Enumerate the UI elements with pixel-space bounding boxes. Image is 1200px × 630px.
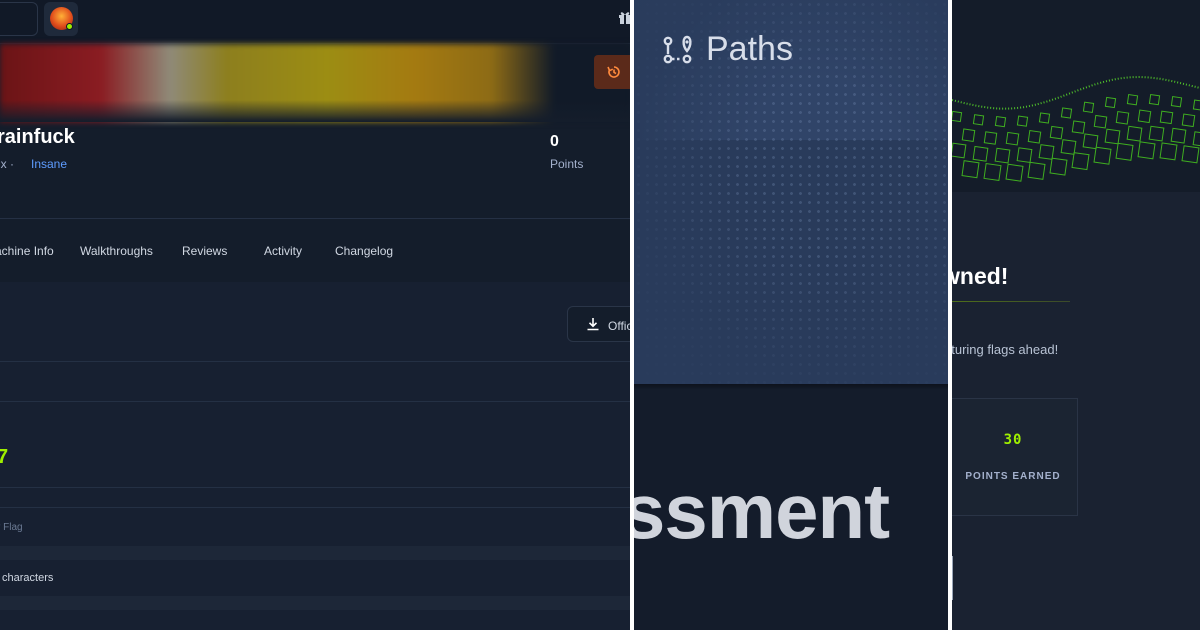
content-divider [0,361,630,362]
wave-cube [1192,99,1200,111]
official-writeup-button[interactable]: Offic [567,306,630,342]
header-divider [0,218,630,219]
wave-cube [952,110,963,123]
machine-os: ux · [0,157,15,171]
online-status-dot [66,23,73,30]
owned-heading: wned! [952,263,1009,289]
flag-count-value: 7 [0,446,9,468]
assessment-heading: ssment [634,467,890,555]
wave-cube [1104,128,1121,145]
content-divider [0,401,630,402]
paths-title: Paths [706,30,793,68]
wave-cube [1060,139,1077,155]
wave-cube [952,142,967,159]
official-button-label: Offic [608,319,630,333]
wave-cube [972,114,985,126]
wave-cube [1049,157,1068,176]
wave-cube [1016,115,1029,127]
wave-cube [1170,96,1183,108]
gift-icon[interactable] [618,10,630,24]
wave-cube [972,145,989,162]
tab-changelog[interactable]: Changelog [335,244,393,258]
wave-cube [1181,145,1200,164]
tab-activity[interactable]: Activity [264,244,302,258]
wave-cube [1137,141,1156,160]
tab-machine-info[interactable]: achine Info [0,244,54,258]
wave-cube [1082,101,1095,113]
wave-cube [1005,131,1020,146]
machine-profile-panel: rainfuck ux · Insane 0 Points achine Inf… [0,0,630,630]
wave-cube [1159,142,1178,161]
avatar[interactable] [44,2,78,36]
wave-cube [1170,127,1187,144]
hero-shadow [634,384,948,390]
wave-cube [1093,146,1112,165]
flag-input-bar[interactable] [0,596,630,610]
wave-cube [1071,120,1086,134]
history-button[interactable] [594,55,630,89]
wave-cube [994,147,1011,164]
wave-cube [1115,111,1130,125]
wave-cube [1148,93,1161,106]
wave-cube [983,162,1002,182]
wave-cube [1027,161,1046,180]
wave-cube [1137,109,1152,124]
button-edge[interactable] [952,556,953,600]
characters-label: characters [2,572,54,584]
tab-reviews[interactable]: Reviews [182,244,227,258]
wave-cube [1181,113,1196,128]
points-earned-card [952,398,1078,516]
top-navbar [0,0,630,44]
content-divider [0,507,630,508]
machine-name: rainfuck [0,126,75,148]
heading-underline [952,301,1070,302]
owned-panel: wned! pturing flags ahead! 30 POINTS EAR… [952,0,1200,630]
wave-cube [1005,163,1024,182]
points-label: Points [550,157,584,171]
machine-difficulty[interactable]: Insane [31,157,67,171]
wave-cube [983,131,998,145]
wave-cube [1071,152,1090,171]
wave-cube [1159,110,1174,125]
paths-hero: Paths [634,0,948,384]
flag-input-bar[interactable] [0,546,630,560]
wave-cube [961,160,980,179]
wave-cube [994,115,1007,128]
wave-cube [1016,147,1033,164]
wave-cube [1038,144,1055,160]
content-divider [0,487,630,488]
wave-crest-line [952,75,1200,110]
history-icon [607,66,620,78]
machine-content-area [0,282,630,630]
flag-label: r Flag [0,522,23,533]
wave-cube [961,128,976,142]
points-value: 0 [550,133,559,150]
points-earned-value: 30 [1003,432,1023,448]
wave-cube [1060,107,1073,119]
wave-cube [1148,125,1165,142]
tab-walkthroughs[interactable]: Walkthroughs [80,244,153,258]
navbar-search-box[interactable] [0,2,38,36]
banner-fade [0,100,630,122]
wave-cube [1126,125,1143,142]
wave-cube [1104,96,1117,109]
paths-panel: Paths ssment [634,0,948,630]
paths-icon [663,35,692,64]
wave-cube [1082,133,1099,150]
owned-subtitle: pturing flags ahead! [952,342,1059,357]
wave-cube [1192,131,1200,148]
wave-cube [1115,142,1134,161]
wave-cube [1093,114,1108,129]
green-cube-wave-graphic [952,75,1200,182]
points-earned-label: POINTS EARNED [965,471,1061,482]
wave-cube [1049,125,1064,140]
wave-cube [1038,112,1051,124]
download-icon [587,318,599,331]
wave-cube [1126,94,1139,106]
wave-cube [1027,130,1042,144]
